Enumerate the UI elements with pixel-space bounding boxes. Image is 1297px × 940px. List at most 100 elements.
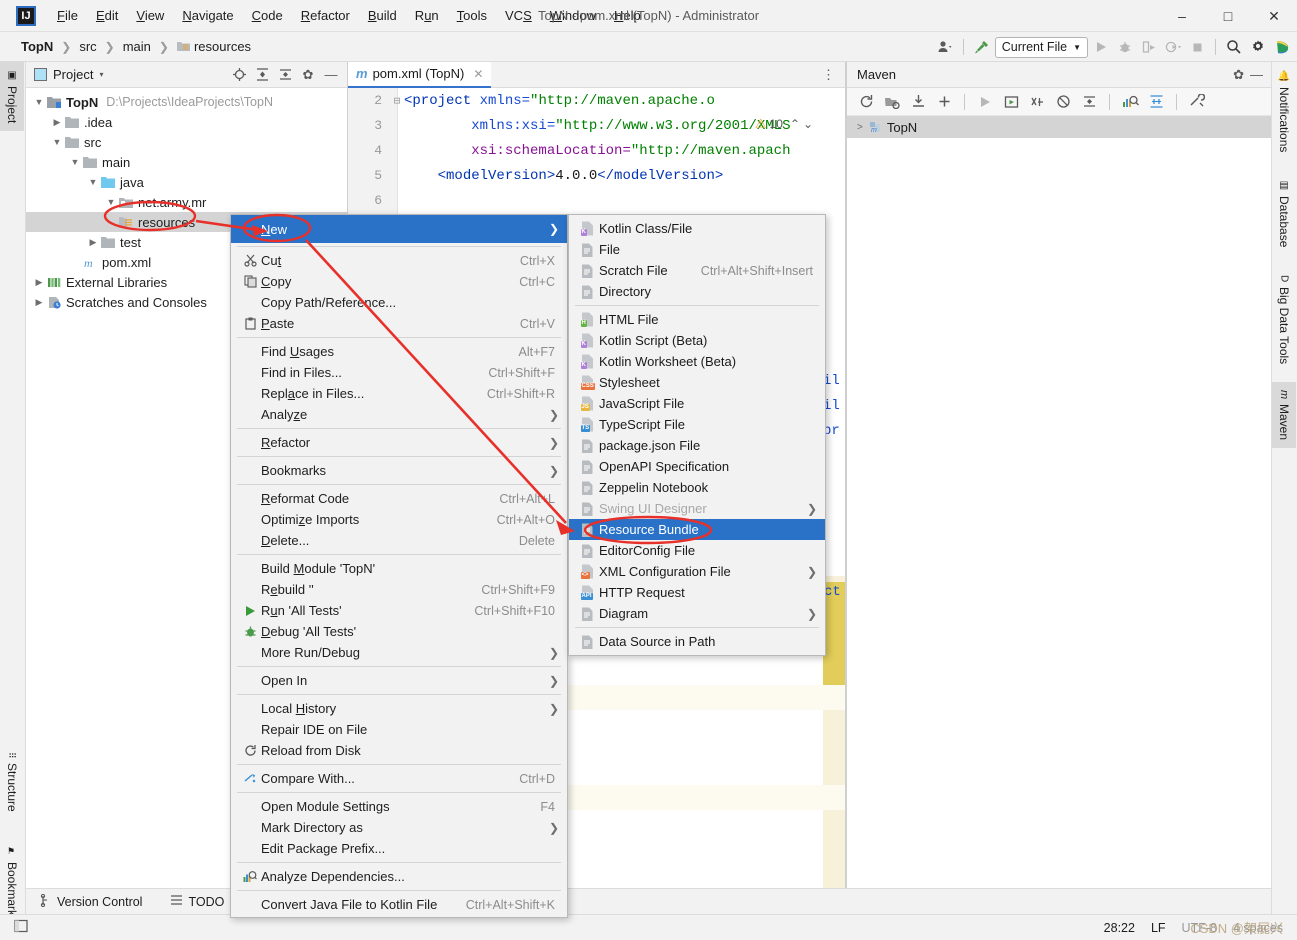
breadcrumb-item-main[interactable]: main [120,38,154,55]
submenu-item-html-file[interactable]: H HTML File [569,309,825,330]
context-menu-item-copy-path-reference[interactable]: Copy Path/Reference... [231,292,567,313]
sidebar-item-structure[interactable]: ⠿ Structure [0,744,24,820]
menu-item-build[interactable]: Build [359,3,406,28]
chevron-down-icon[interactable]: ▼ [86,177,100,187]
context-menu-item-replace-in-files[interactable]: Replace in Files... Ctrl+Shift+R [231,383,567,404]
menu-item-vcs[interactable]: VCS [496,3,541,28]
submenu-item-stylesheet[interactable]: CSS Stylesheet [569,372,825,393]
menu-item-help[interactable]: Help [605,3,650,28]
submenu-item-file[interactable]: File [569,239,825,260]
submenu-item-openapi-specification[interactable]: OpenAPI Specification [569,456,825,477]
locate-target-icon[interactable] [229,65,249,85]
breadcrumb-item-topn[interactable]: TopN [18,38,56,55]
minimize-button[interactable]: – [1159,0,1205,32]
submenu-item-directory[interactable]: Directory [569,281,825,302]
menu-item-tools[interactable]: Tools [448,3,496,28]
submenu-item-kotlin-class-file[interactable]: K Kotlin Class/File [569,218,825,239]
submenu-item-xml-configuration-file[interactable]: <> XML Configuration File ❯ [569,561,825,582]
chevron-right-icon[interactable]: ▶ [86,237,100,248]
settings-gear-icon[interactable] [1247,36,1269,58]
sidebar-item-notifications[interactable]: 🔔 Notifications [1272,62,1296,161]
code-fold-icon[interactable]: ⊟ [390,94,404,108]
context-menu-item-reformat-code[interactable]: Reformat Code Ctrl+Alt+L [231,488,567,509]
context-menu-item-find-in-files[interactable]: Find in Files... Ctrl+Shift+F [231,362,567,383]
sidebar-item-database[interactable]: ▤ Database [1272,172,1296,255]
tool-window-button-version-control[interactable]: Version Control [26,893,156,910]
context-menu-item-open-in[interactable]: Open In ❯ [231,670,567,691]
nav-next-problem-icon[interactable]: ⌄ [803,117,813,131]
expand-all-icon[interactable] [252,65,272,85]
settings-wrench-icon[interactable] [1186,91,1208,113]
maximize-button[interactable]: □ [1205,0,1251,32]
ide-assistant-icon[interactable] [1271,36,1293,58]
chevron-down-icon[interactable]: ▼ [68,157,82,167]
editor-options-icon[interactable]: ⋮ [822,67,845,83]
new-submenu[interactable]: K Kotlin Class/File File Scratch File Ctrl+A… [568,214,826,656]
chevron-right-icon[interactable]: ▶ [32,277,46,288]
context-menu-item-convert-java-file-to-kotlin-file[interactable]: Convert Java File to Kotlin File Ctrl+Alt… [231,894,567,915]
nav-prev-problem-icon[interactable]: ⌃ [790,117,800,131]
context-menu-item-analyze[interactable]: Analyze ❯ [231,404,567,425]
chevron-down-icon[interactable]: ▼ [32,97,46,107]
menu-item-run[interactable]: Run [406,3,448,28]
context-menu-item-mark-directory-as[interactable]: Mark Directory as ❯ [231,817,567,838]
context-menu-item-paste[interactable]: Paste Ctrl+V [231,313,567,334]
context-menu-item-optimize-imports[interactable]: Optimize Imports Ctrl+Alt+O [231,509,567,530]
caret-position[interactable]: 28:22 [1104,921,1135,935]
context-menu-item-run-all-tests[interactable]: Run 'All Tests' Ctrl+Shift+F10 [231,600,567,621]
menu-item-code[interactable]: Code [243,3,292,28]
context-menu-item-build-module-topn[interactable]: Build Module 'TopN' [231,558,567,579]
maven-project-row[interactable]: > m TopN [847,116,1271,138]
context-menu-item-cut[interactable]: Cut Ctrl+X [231,250,567,271]
context-menu-item-rebuild-default[interactable]: Rebuild '' Ctrl+Shift+F9 [231,579,567,600]
chevron-down-icon[interactable]: ▼ [50,137,64,147]
context-menu-item-copy[interactable]: Copy Ctrl+C [231,271,567,292]
menu-item-navigate[interactable]: Navigate [173,3,242,28]
chevron-right-icon[interactable]: ▶ [32,297,46,308]
plus-icon[interactable] [933,91,955,113]
menu-item-window[interactable]: Window [541,3,605,28]
tab-pom-xml[interactable]: m pom.xml (TopN) ✕ [348,62,492,88]
context-menu-item-edit-package-prefix[interactable]: Edit Package Prefix... [231,838,567,859]
chevron-down-icon[interactable]: ▼ [104,197,118,207]
context-menu-item-debug-all-tests[interactable]: Debug 'All Tests' [231,621,567,642]
context-menu[interactable]: New ❯ Cut Ctrl+X Copy Ctrl+C Copy Path/Referen… [230,214,568,918]
submenu-item-kotlin-worksheet-beta[interactable]: K Kotlin Worksheet (Beta) [569,351,825,372]
search-everywhere-icon[interactable] [1223,36,1245,58]
chevron-right-icon[interactable]: ▶ [50,117,64,128]
stop-icon[interactable] [1186,36,1208,58]
download-sources-icon[interactable] [907,91,929,113]
hammer-build-icon[interactable] [971,36,993,58]
add-maven-project-icon[interactable] [881,91,903,113]
settings-gear-icon[interactable]: ✿ [1233,67,1244,83]
run-configuration-selector[interactable]: Current File ▼ [994,36,1088,58]
breadcrumb-item-resources[interactable]: resources [174,38,254,55]
toggle-offline-icon[interactable] [1052,91,1074,113]
tree-node-java[interactable]: ▼ java [26,172,347,192]
profile-icon[interactable] [1162,36,1184,58]
menu-item-file[interactable]: File [48,3,87,28]
context-menu-item-refactor[interactable]: Refactor ❯ [231,432,567,453]
context-menu-item-find-usages[interactable]: Find Usages Alt+F7 [231,341,567,362]
collapse-all-icon[interactable] [275,65,295,85]
context-menu-item-open-module-settings[interactable]: Open Module Settings F4 [231,796,567,817]
context-menu-item-compare-with[interactable]: Compare With... Ctrl+D [231,768,567,789]
close-icon[interactable]: ✕ [473,67,483,81]
tree-node-net-army-mr[interactable]: ▼ net.army.mr [26,192,347,212]
breadcrumb-item-src[interactable]: src [76,38,99,55]
submenu-item-http-request[interactable]: API HTTP Request [569,582,825,603]
show-dependencies-icon[interactable] [1119,91,1141,113]
menu-item-view[interactable]: View [127,3,173,28]
submenu-item-scratch-file[interactable]: Scratch File Ctrl+Alt+Shift+Insert [569,260,825,281]
tree-node-main[interactable]: ▼ main [26,152,347,172]
settings-gear-icon[interactable]: ✿ [298,65,318,85]
submenu-item-kotlin-script-beta[interactable]: K Kotlin Script (Beta) [569,330,825,351]
reload-all-icon[interactable] [855,91,877,113]
submenu-item-javascript-file[interactable]: JS JavaScript File [569,393,825,414]
tool-window-button-todo[interactable]: TODO [156,894,238,909]
expand-icon[interactable] [1145,91,1167,113]
submenu-item-data-source-in-path[interactable]: Data Source in Path [569,631,825,652]
debug-icon[interactable] [1114,36,1136,58]
context-menu-item-reload-from-disk[interactable]: Reload from Disk [231,740,567,761]
submenu-item-typescript-file[interactable]: TS TypeScript File [569,414,825,435]
